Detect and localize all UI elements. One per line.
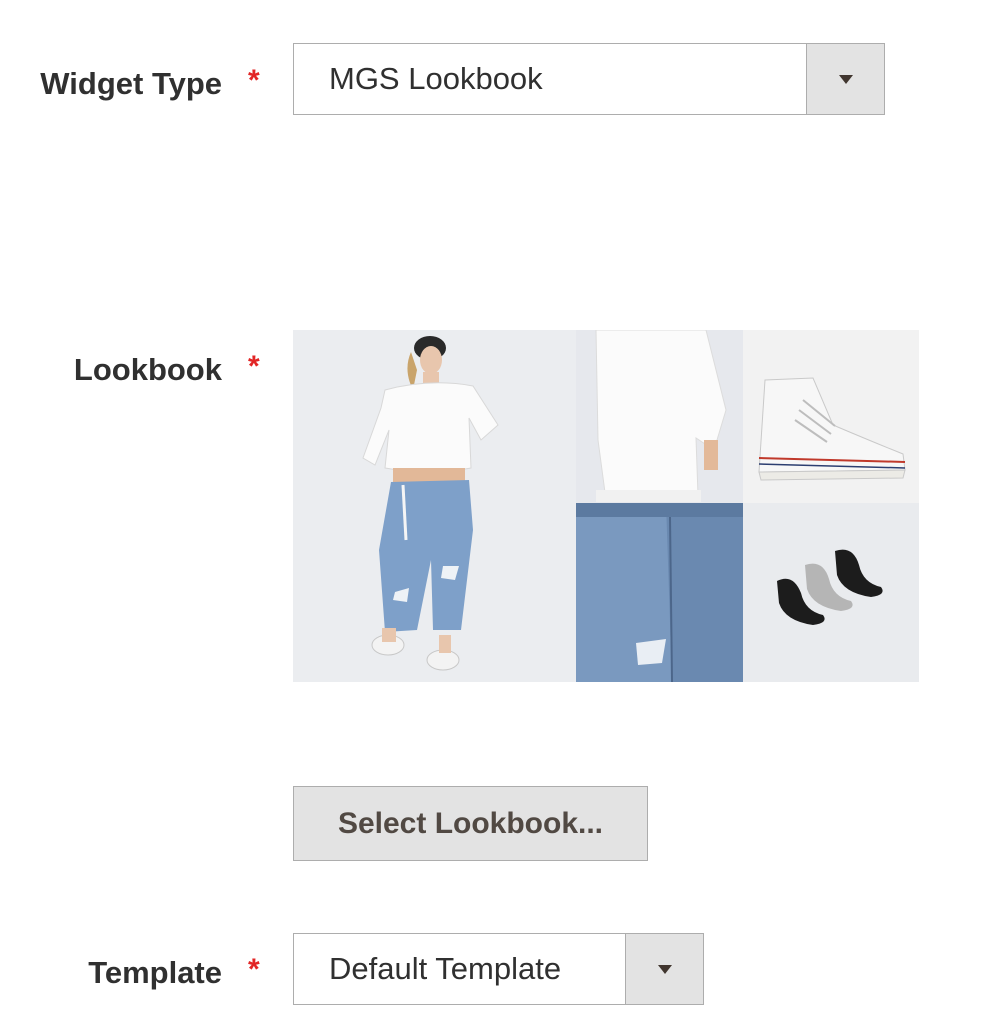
sneaker-illustration: [758, 377, 906, 481]
sweatshirt-illustration: [595, 330, 727, 502]
model-illustration: [362, 336, 499, 671]
lookbook-image: [293, 330, 919, 682]
model-photo-tile: [293, 330, 576, 682]
socks-tile: [743, 503, 919, 682]
widget-type-dropdown-button[interactable]: [806, 44, 884, 114]
jeans-illustration: [576, 503, 743, 682]
widget-type-select[interactable]: MGS Lookbook: [293, 43, 885, 115]
jeans-tile: [576, 503, 743, 682]
widget-type-label: Widget Type: [40, 66, 222, 101]
chevron-down-icon: [838, 74, 853, 84]
required-asterisk: *: [248, 350, 260, 383]
select-lookbook-button[interactable]: Select Lookbook...: [293, 786, 648, 861]
socks-illustration: [777, 549, 883, 625]
template-label: Template: [88, 955, 222, 990]
template-selected-value: Default Template: [329, 951, 562, 986]
lookbook-label: Lookbook: [73, 352, 222, 387]
sneaker-tile: [743, 330, 919, 503]
widget-type-selected-value: MGS Lookbook: [329, 61, 543, 96]
sweatshirt-tile: [576, 330, 743, 503]
required-asterisk: *: [248, 64, 260, 97]
required-asterisk: *: [248, 953, 260, 986]
template-select[interactable]: Default Template: [293, 933, 704, 1005]
chevron-down-icon: [657, 964, 672, 974]
template-dropdown-button[interactable]: [625, 934, 703, 1004]
